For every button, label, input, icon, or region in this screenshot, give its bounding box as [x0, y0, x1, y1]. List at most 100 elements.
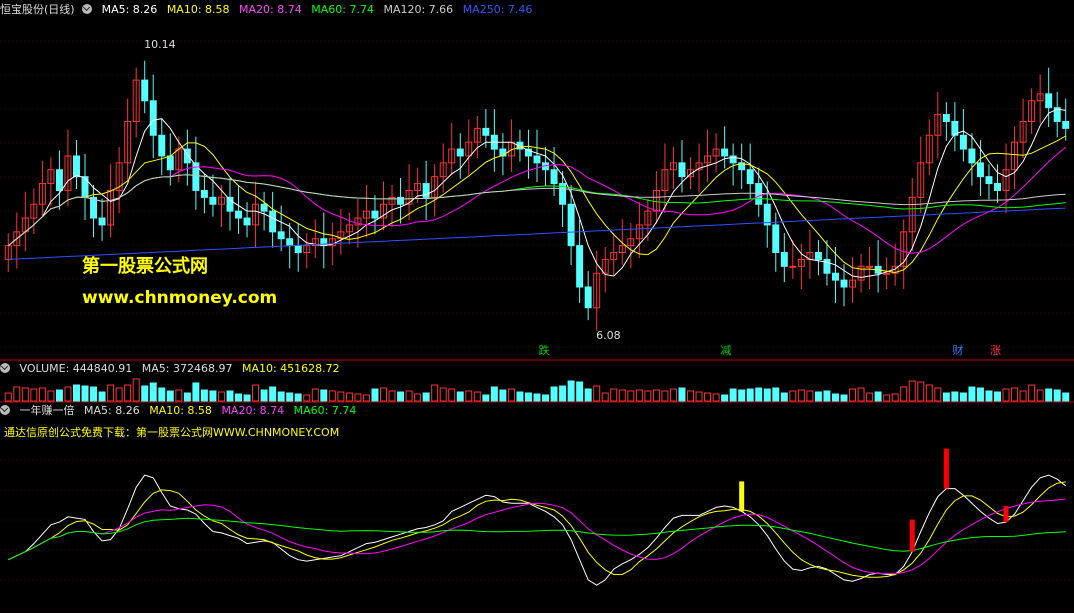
volume-bar: [866, 392, 874, 402]
volume-bar: [149, 382, 157, 402]
volume-bar: [286, 392, 294, 402]
volume-bar: [47, 390, 55, 402]
volume-bar: [448, 388, 456, 402]
volume-bar: [175, 389, 183, 402]
volume-bar: [200, 389, 208, 402]
candle-body: [959, 134, 967, 150]
volume-bar: [934, 387, 942, 402]
signal-tag: 跌: [538, 344, 550, 357]
candle-body: [141, 79, 149, 102]
volume-bar: [516, 391, 524, 402]
volume-bar: [320, 389, 328, 402]
low-price-label: 6.08: [596, 329, 621, 343]
volume-bar: [1036, 389, 1044, 402]
volume-bar: [98, 391, 106, 402]
volume-bar: [465, 390, 473, 402]
candle-body: [286, 238, 294, 247]
volume-bar: [1045, 388, 1053, 402]
volume-bar: [269, 386, 277, 402]
candle-body: [721, 148, 729, 157]
volume-bar: [21, 387, 29, 402]
volume-bar: [576, 381, 584, 402]
volume-bar: [627, 390, 635, 402]
volume-bar: [925, 384, 933, 402]
volume-bar: [652, 389, 660, 402]
volume-bar: [311, 388, 319, 402]
watermark-url: www.chnmoney.com: [82, 288, 278, 308]
candle-body: [277, 231, 285, 240]
candle-body: [994, 183, 1001, 191]
candle-body: [780, 252, 788, 267]
volume-bar: [183, 392, 191, 402]
volume-bar: [823, 390, 831, 402]
volume-bar: [840, 394, 848, 402]
candle-body: [73, 155, 80, 178]
candle-body: [1045, 93, 1053, 109]
high-price-label: 10.14: [144, 37, 176, 51]
candle-body: [789, 265, 797, 268]
volume-bar: [746, 388, 754, 402]
volume-bar: [38, 387, 46, 402]
candle-body: [576, 245, 584, 288]
candle-body: [90, 196, 98, 219]
volume-bar: [1028, 384, 1036, 402]
volume-bar: [951, 391, 959, 402]
candle-body: [533, 155, 541, 164]
volume-bar: [490, 386, 498, 402]
volume-bar: [678, 387, 686, 402]
signal-bar: [739, 481, 745, 512]
volume-bar: [124, 384, 132, 402]
candle-body: [397, 196, 405, 205]
volume-bar: [303, 394, 311, 402]
volume-bar: [559, 385, 567, 402]
volume-bar: [217, 391, 225, 402]
volume-bar: [857, 387, 865, 402]
volume-bar: [806, 390, 814, 402]
signal-bar: [1003, 506, 1009, 523]
volume-bar: [388, 390, 396, 402]
candle-body: [371, 210, 379, 219]
volume-bar: [1019, 390, 1027, 402]
volume-bar: [891, 393, 899, 402]
volume-bar: [192, 382, 200, 402]
volume-bar: [772, 387, 780, 402]
candle-body: [866, 265, 874, 268]
ind-ma10-line: [8, 481, 1066, 578]
volume-bar: [584, 388, 592, 402]
candle-body: [883, 272, 891, 275]
volume-bar: [252, 384, 260, 402]
volume-bar: [277, 391, 285, 402]
volume-bar: [917, 381, 925, 402]
signal-tag: 涨: [989, 344, 1001, 357]
candle-body: [968, 148, 976, 164]
watermark-title: 第一股票公式网: [82, 256, 208, 277]
volume-bar: [337, 391, 345, 402]
candle-body: [235, 210, 243, 219]
volume-bar: [362, 394, 370, 402]
candle-body: [294, 245, 302, 254]
volume-bar: [243, 394, 251, 402]
volume-bar: [593, 385, 601, 402]
ind-ma20-line: [8, 498, 1066, 575]
volume-bar: [712, 393, 720, 402]
volume-bar: [431, 384, 439, 402]
volume-bar: [81, 385, 89, 402]
volume-bar: [166, 390, 174, 402]
candle-body: [772, 224, 780, 254]
volume-bar: [13, 386, 21, 402]
volume-bar: [90, 386, 98, 402]
volume-bar: [482, 394, 490, 402]
volume-bar: [132, 378, 140, 402]
volume-bar: [550, 386, 558, 402]
volume-bar: [371, 388, 379, 402]
volume-bar: [354, 393, 362, 402]
volume-bar: [900, 386, 908, 402]
volume-bar: [669, 388, 677, 402]
volume-bar: [908, 380, 916, 402]
candle-body: [260, 203, 268, 212]
volume-bar: [1062, 392, 1070, 402]
volume-bar: [661, 390, 669, 402]
volume-bar: [814, 391, 822, 402]
volume-bar: [849, 388, 857, 402]
candle-body: [149, 100, 157, 136]
